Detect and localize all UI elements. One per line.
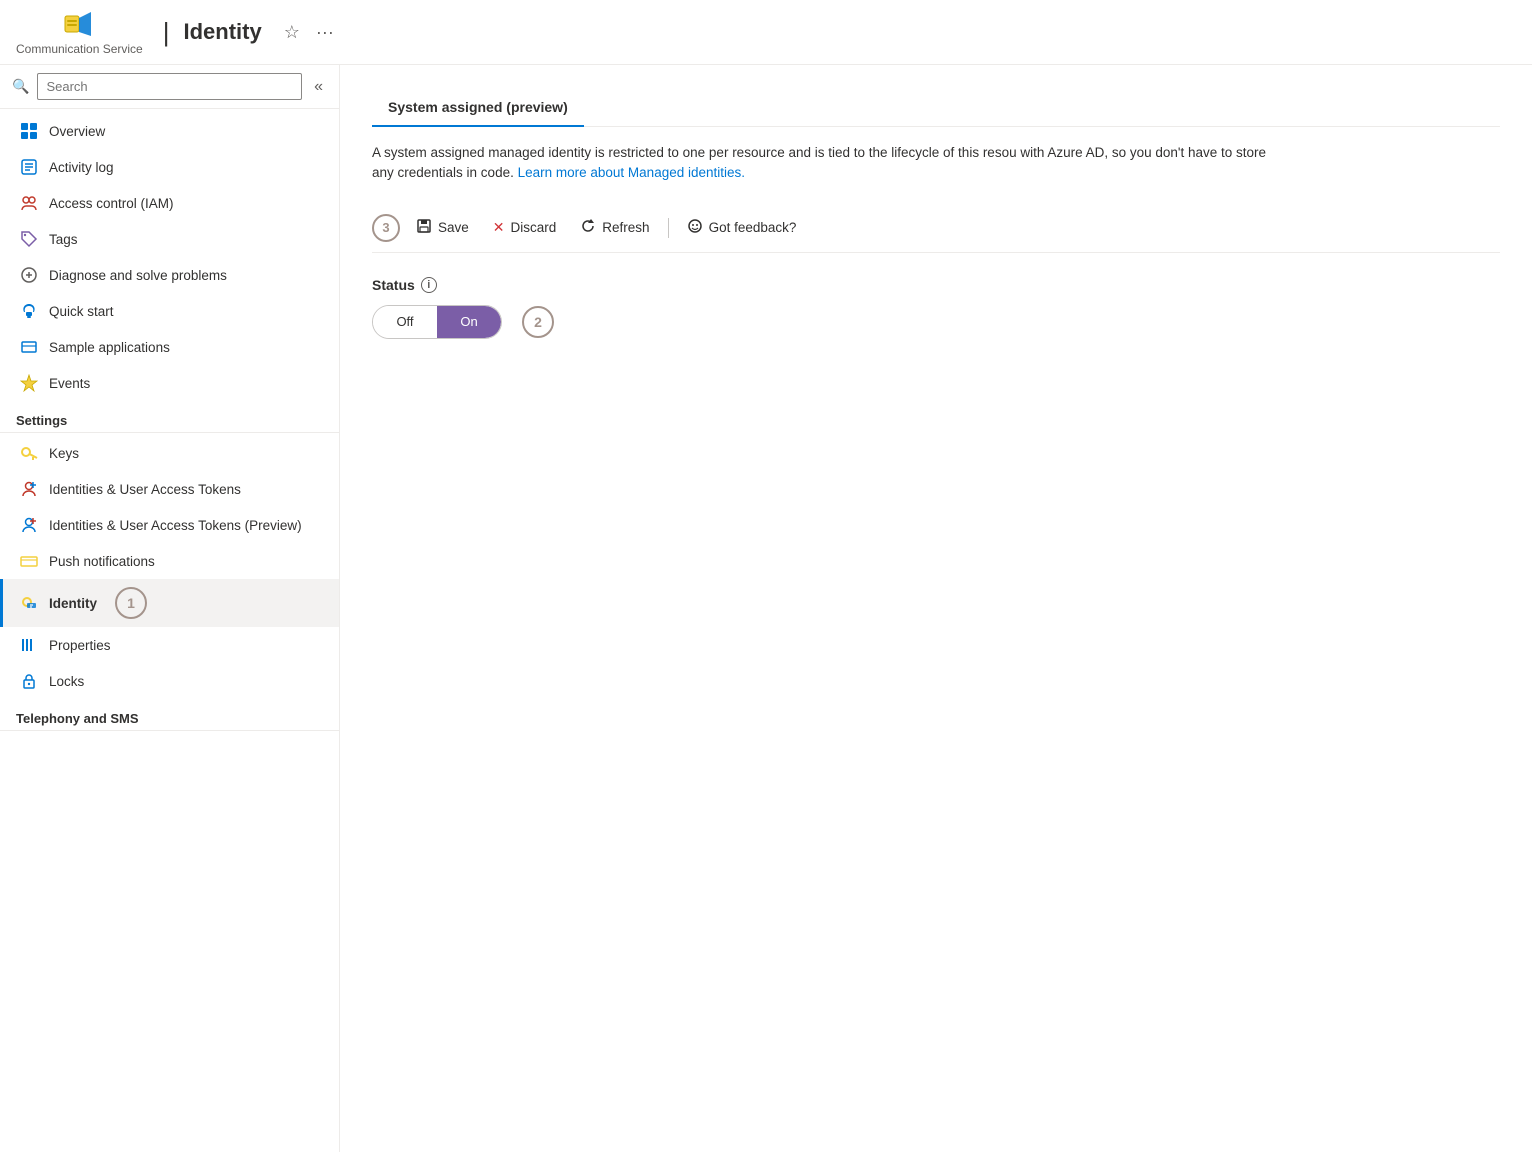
- status-info-icon[interactable]: i: [421, 277, 437, 293]
- properties-icon: [19, 635, 39, 655]
- main-layout: 🔍 « Overview Activity log: [0, 65, 1532, 1152]
- tags-icon: [19, 229, 39, 249]
- sidebar-item-sample-apps[interactable]: Sample applications: [0, 329, 339, 365]
- toolbar: 3 Save ✕ Discard: [372, 204, 1500, 253]
- main-content: System assigned (preview) A system assig…: [340, 65, 1532, 1152]
- feedback-icon: [687, 218, 703, 238]
- discard-button[interactable]: ✕ Discard: [483, 213, 567, 242]
- sidebar-item-identities-tokens[interactable]: Identities & User Access Tokens: [0, 471, 339, 507]
- feedback-button[interactable]: Got feedback?: [677, 212, 807, 244]
- sidebar-item-events-label: Events: [49, 376, 90, 391]
- search-input[interactable]: [37, 73, 302, 100]
- refresh-icon: [580, 218, 596, 238]
- sidebar-item-diagnose-label: Diagnose and solve problems: [49, 268, 227, 283]
- toggle-on-option[interactable]: On: [437, 306, 501, 338]
- sidebar-item-quick-start[interactable]: Quick start: [0, 293, 339, 329]
- refresh-button[interactable]: Refresh: [570, 212, 659, 244]
- sidebar-item-keys-label: Keys: [49, 446, 79, 461]
- content-inner: System assigned (preview) A system assig…: [340, 65, 1532, 363]
- communication-service-icon: [63, 8, 95, 40]
- identity-icon: [19, 593, 39, 613]
- service-logo: Communication Service: [16, 8, 143, 56]
- sidebar-item-properties[interactable]: Properties: [0, 627, 339, 663]
- sidebar-item-push-notifications-label: Push notifications: [49, 554, 155, 569]
- sidebar-item-sample-apps-label: Sample applications: [49, 340, 170, 355]
- sidebar-item-activity-log[interactable]: Activity log: [0, 149, 339, 185]
- tab-system-assigned[interactable]: System assigned (preview): [372, 89, 584, 127]
- learn-more-link[interactable]: Learn more about Managed identities.: [518, 165, 745, 180]
- quick-start-icon: [19, 301, 39, 321]
- push-notifications-icon: [19, 551, 39, 571]
- telephony-section-label: Telephony and SMS: [0, 699, 339, 731]
- sidebar-item-properties-label: Properties: [49, 638, 111, 653]
- identities-tokens-icon: [19, 479, 39, 499]
- sidebar-item-identities-tokens-label: Identities & User Access Tokens: [49, 482, 241, 497]
- page-title-area: | Identity ☆ ···: [163, 17, 338, 48]
- sample-apps-icon: [19, 337, 39, 357]
- activity-log-icon: [19, 157, 39, 177]
- sidebar-nav: Overview Activity log Access con: [0, 109, 339, 1152]
- discard-icon: ✕: [493, 219, 505, 236]
- events-icon: [19, 373, 39, 393]
- toggle-wrapper: Off On 2: [372, 305, 1500, 339]
- sidebar-item-identities-tokens-preview-label: Identities & User Access Tokens (Preview…: [49, 518, 302, 533]
- title-actions: ☆ ···: [280, 20, 338, 45]
- overview-icon: [19, 121, 39, 141]
- sidebar-item-activity-log-label: Activity log: [49, 160, 114, 175]
- page-title: Identity: [183, 19, 261, 45]
- title-pipe: |: [163, 17, 170, 48]
- favorite-button[interactable]: ☆: [280, 20, 304, 45]
- sidebar-item-identities-tokens-preview[interactable]: Identities & User Access Tokens (Preview…: [0, 507, 339, 543]
- sidebar-item-tags-label: Tags: [49, 232, 78, 247]
- service-name-label: Communication Service: [16, 42, 143, 56]
- sidebar-item-locks[interactable]: Locks: [0, 663, 339, 699]
- save-button[interactable]: Save: [406, 212, 479, 244]
- identities-tokens-preview-icon: [19, 515, 39, 535]
- sidebar-item-overview-label: Overview: [49, 124, 105, 139]
- badge-1: 1: [115, 587, 147, 619]
- sidebar-item-keys[interactable]: Keys: [0, 435, 339, 471]
- sidebar-item-tags[interactable]: Tags: [0, 221, 339, 257]
- sidebar-item-events[interactable]: Events: [0, 365, 339, 401]
- status-section: Status i Off On 2: [372, 277, 1500, 339]
- sidebar-item-push-notifications[interactable]: Push notifications: [0, 543, 339, 579]
- sidebar: 🔍 « Overview Activity log: [0, 65, 340, 1152]
- access-control-icon: [19, 193, 39, 213]
- badge-2: 2: [522, 306, 554, 338]
- save-icon: [416, 218, 432, 238]
- tabs-bar: System assigned (preview): [372, 89, 1500, 127]
- locks-icon: [19, 671, 39, 691]
- save-badge-area: 3: [372, 214, 402, 242]
- sidebar-item-access-control-label: Access control (IAM): [49, 196, 174, 211]
- status-label: Status i: [372, 277, 1500, 293]
- search-icon: 🔍: [12, 78, 29, 95]
- sidebar-item-locks-label: Locks: [49, 674, 84, 689]
- sidebar-item-access-control[interactable]: Access control (IAM): [0, 185, 339, 221]
- badge-3: 3: [372, 214, 400, 242]
- sidebar-search-area: 🔍 «: [0, 65, 339, 109]
- sidebar-item-identity-label: Identity: [49, 596, 97, 611]
- diagnose-icon: [19, 265, 39, 285]
- toolbar-divider: [668, 218, 669, 238]
- keys-icon: [19, 443, 39, 463]
- sidebar-item-diagnose[interactable]: Diagnose and solve problems: [0, 257, 339, 293]
- status-toggle[interactable]: Off On: [372, 305, 502, 339]
- top-bar: Communication Service | Identity ☆ ···: [0, 0, 1532, 65]
- description-text: A system assigned managed identity is re…: [372, 143, 1272, 184]
- settings-section-label: Settings: [0, 401, 339, 433]
- toggle-off-option[interactable]: Off: [373, 306, 437, 338]
- sidebar-item-identity[interactable]: Identity 1: [0, 579, 339, 627]
- collapse-button[interactable]: «: [310, 76, 327, 98]
- more-options-button[interactable]: ···: [312, 20, 338, 45]
- sidebar-item-overview[interactable]: Overview: [0, 113, 339, 149]
- sidebar-item-quick-start-label: Quick start: [49, 304, 114, 319]
